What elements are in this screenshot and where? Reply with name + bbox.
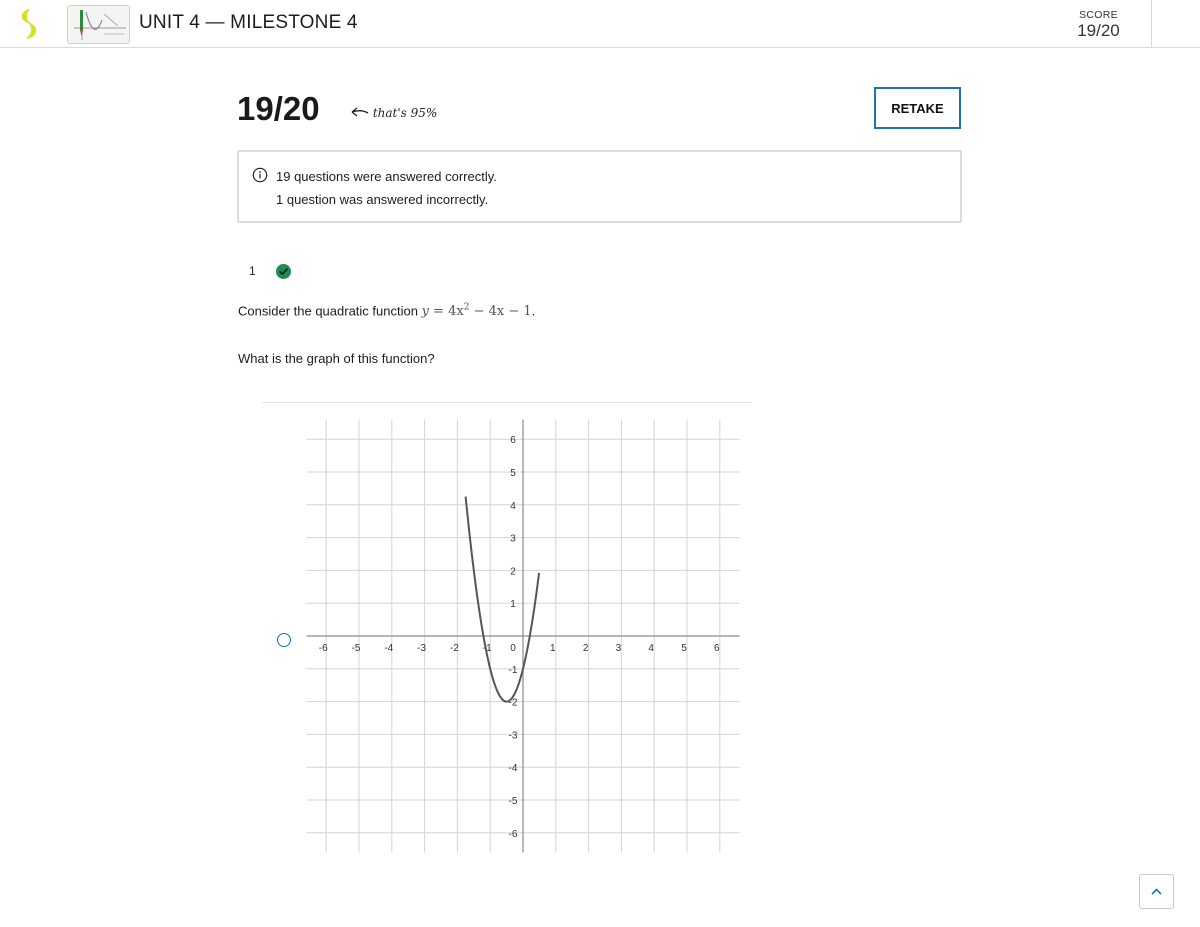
y-tick-label: 4 — [510, 501, 516, 512]
y-tick-label: 2 — [510, 566, 516, 577]
x-tick-label: -2 — [450, 643, 459, 654]
x-tick-label: 5 — [681, 643, 687, 654]
y-tick-label: 5 — [510, 468, 516, 479]
x-tick-label: 6 — [714, 643, 720, 654]
top-bar: UNIT 4 — MILESTONE 4 SCORE 19/20 — [0, 0, 1200, 48]
graph-option[interactable]: -6 -5 -4 -3 -2 -1 0 1 2 3 4 5 6-6-5-4-3-2-1123456 — [300, 410, 745, 855]
percent-note: that's 95% — [349, 106, 437, 120]
x-tick-label: 4 — [648, 643, 654, 654]
scroll-to-top-button[interactable] — [1139, 874, 1174, 909]
check-circle-icon — [276, 264, 291, 279]
unit-thumbnail — [67, 5, 130, 44]
retake-button[interactable]: RETAKE — [874, 87, 961, 129]
equation: y = 4x2 − 4x − 1 — [421, 303, 532, 320]
equation-rest: − 4x − 1 — [469, 304, 532, 320]
question-subprompt: What is the graph of this function? — [238, 351, 435, 366]
y-tick-label: 3 — [510, 534, 516, 545]
x-tick-label: -4 — [384, 643, 393, 654]
correct-count-text: 19 questions were answered correctly. — [276, 169, 497, 184]
x-tick-label: 3 — [616, 643, 622, 654]
results-summary: 19 questions were answered correctly. 1 … — [237, 150, 962, 223]
score-value: 19/20 — [1077, 21, 1120, 40]
options-divider — [262, 402, 752, 403]
equation-lhs: y — [421, 304, 429, 320]
question-prompt: Consider the quadratic function y = 4x2 … — [238, 303, 535, 319]
y-tick-label: 6 — [510, 435, 516, 446]
info-icon — [252, 167, 268, 183]
equation-term-a: 4x — [448, 304, 464, 320]
percent-note-text: that's 95% — [372, 106, 438, 120]
x-tick-label: -6 — [319, 643, 328, 654]
equation-eq: = — [428, 304, 449, 320]
y-tick-label: -5 — [509, 796, 518, 807]
prompt-prefix: Consider the quadratic function — [238, 303, 422, 319]
result-score: 19/20 — [237, 90, 320, 127]
y-tick-label: -4 — [509, 763, 518, 774]
incorrect-count-text: 1 question was answered incorrectly. — [276, 192, 489, 207]
arrow-left-icon — [351, 107, 369, 117]
y-tick-label: 1 — [510, 599, 516, 610]
x-tick-label: 2 — [583, 643, 589, 654]
y-tick-label: -6 — [509, 829, 518, 840]
score-box: SCORE 19/20 — [1046, 0, 1152, 47]
x-tick-label: -3 — [417, 643, 426, 654]
answer-option-radio[interactable] — [277, 633, 291, 647]
y-tick-label: -3 — [509, 730, 518, 741]
chevron-up-icon — [1151, 888, 1162, 895]
function-curve — [464, 496, 541, 703]
x-tick-label: 0 — [510, 643, 516, 654]
prompt-end: . — [531, 303, 536, 319]
score-label: SCORE — [1079, 9, 1118, 21]
x-tick-label: 1 — [550, 643, 556, 654]
question-number: 1 — [249, 264, 256, 278]
x-tick-label: -5 — [352, 643, 361, 654]
unit-title: UNIT 4 — MILESTONE 4 — [139, 12, 358, 33]
y-tick-label: -1 — [509, 665, 518, 676]
sophia-logo-icon[interactable] — [14, 7, 42, 41]
